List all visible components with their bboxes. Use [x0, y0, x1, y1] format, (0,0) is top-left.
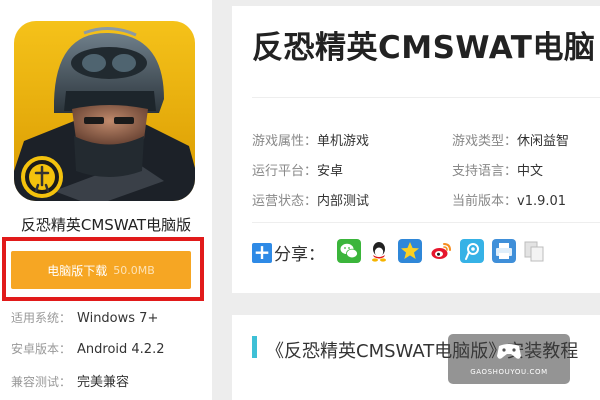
divider	[252, 222, 600, 223]
copy-icon[interactable]	[522, 239, 546, 263]
qq-icon[interactable]	[367, 239, 391, 263]
attr-key: 运行平台：	[252, 164, 318, 179]
weibo-icon[interactable]	[429, 239, 453, 263]
attr-key: 支持语言：	[452, 164, 518, 179]
info-key: 兼容测试：	[11, 375, 72, 389]
divider	[252, 97, 600, 98]
game-title: 反恐精英CMSWAT电脑版	[20, 216, 192, 234]
info-row-system: 适用系统： Windows 7+	[11, 309, 158, 326]
attr-status: 运营状态：内部测试	[252, 190, 369, 209]
attr-value: v1.9.01	[517, 194, 567, 209]
info-key: 适用系统：	[11, 311, 72, 325]
attr-value: 单机游戏	[317, 134, 370, 149]
attr-platform: 运行平台：安卓	[252, 160, 343, 179]
page-title: 反恐精英CMSWAT电脑	[252, 30, 596, 66]
info-value: Windows 7+	[77, 311, 159, 326]
plus-share-icon[interactable]: +	[252, 242, 272, 263]
tencent-weibo-icon[interactable]	[460, 239, 484, 263]
wechat-icon[interactable]	[337, 239, 361, 263]
share-label: 分享：	[274, 245, 325, 265]
attr-value: 内部测试	[317, 194, 370, 209]
qzone-icon[interactable]	[398, 239, 422, 263]
print-icon[interactable]	[492, 239, 516, 263]
watermark-text: GAOSHOUYOU.COM	[470, 368, 548, 376]
info-key: 安卓版本：	[11, 342, 72, 356]
pc-download-button[interactable]: 电脑版下载 50.0MB	[11, 251, 191, 289]
attr-game-property: 游戏属性：单机游戏	[252, 130, 369, 149]
attr-game-type: 游戏类型：休闲益智	[452, 130, 569, 149]
site-watermark: GAOSHOUYOU.COM	[448, 334, 570, 384]
attr-key: 游戏属性：	[252, 134, 318, 149]
game-icon-image[interactable]	[14, 21, 195, 201]
accent-bar	[252, 336, 257, 358]
info-row-android: 安卓版本： Android 4.2.2	[11, 340, 165, 357]
download-button-label: 电脑版下载	[47, 263, 108, 278]
attr-language: 支持语言：中文	[452, 160, 543, 179]
attr-key: 运营状态：	[252, 194, 318, 209]
attr-key: 游戏类型：	[452, 134, 518, 149]
attr-value: 休闲益智	[517, 134, 570, 149]
attr-key: 当前版本：	[452, 194, 518, 209]
info-row-compat: 兼容测试： 完美兼容	[11, 371, 129, 390]
info-value: 完美兼容	[77, 375, 130, 390]
attr-value: 中文	[517, 164, 544, 179]
attr-value: 安卓	[317, 164, 344, 179]
info-value: Android 4.2.2	[77, 342, 165, 357]
download-size: 50.0MB	[113, 263, 155, 277]
share-bar: + 分享：	[252, 240, 325, 265]
attr-version: 当前版本：v1.9.01	[452, 190, 566, 209]
controller-logo-icon	[497, 344, 521, 359]
